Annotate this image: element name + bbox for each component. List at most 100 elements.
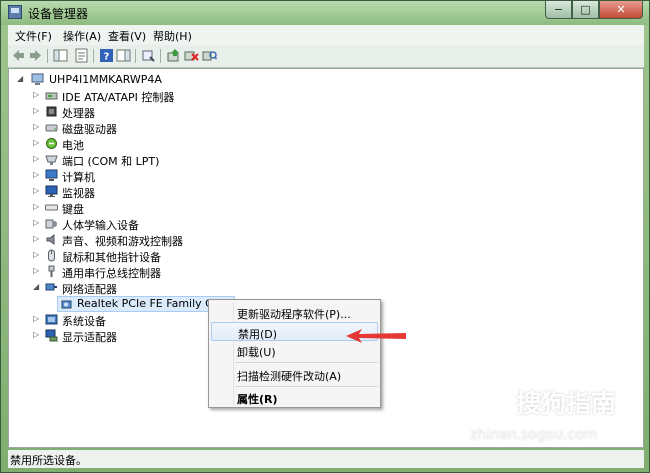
uninstall-icon[interactable]: [184, 48, 199, 63]
menu-file[interactable]: 文件(F): [15, 28, 52, 44]
menu-separator: [235, 386, 378, 387]
toolbar-separator: [93, 49, 94, 63]
ide-controller-icon: [45, 92, 58, 100]
processor-icon: [46, 106, 57, 117]
tree-item-mouse[interactable]: ▷ 鼠标和其他指针设备: [33, 248, 253, 264]
back-icon[interactable]: [11, 48, 26, 63]
tree-item-keyboard[interactable]: ▷ 键盘: [33, 200, 233, 217]
svg-text:?: ?: [104, 52, 110, 63]
tree-item-hid[interactable]: ▷ 人体学输入设备: [33, 216, 233, 233]
menu-item-label: 扫描检测硬件改动(A): [237, 370, 342, 383]
forward-icon[interactable]: [28, 48, 43, 63]
tree-item-label: 处理器: [62, 107, 95, 120]
caption-buttons: − □ ✕: [545, 1, 643, 20]
display-adapter-icon: [45, 329, 58, 342]
expand-icon[interactable]: ▷: [33, 91, 41, 99]
expand-icon[interactable]: ▷: [33, 331, 41, 339]
collapse-icon[interactable]: ◢: [33, 283, 41, 291]
status-bar: 禁用所选设备。: [8, 450, 644, 468]
tree-item-disk[interactable]: ▷ 磁盘驱动器: [33, 120, 233, 137]
tree-root[interactable]: ◢ UHP4I1MMKARWP4A: [17, 72, 217, 88]
expand-icon[interactable]: ▷: [33, 235, 41, 243]
tree-item-monitor[interactable]: ▷ 监视器: [33, 184, 233, 200]
console-tree-icon[interactable]: [53, 48, 68, 63]
minimize-button[interactable]: −: [545, 1, 572, 19]
tree-item-usb[interactable]: ▷ 通用串行总线控制器: [33, 264, 253, 280]
speaker-icon: [46, 234, 55, 245]
expand-icon[interactable]: ▷: [33, 267, 41, 275]
menu-item-properties[interactable]: 属性(R): [211, 388, 378, 407]
window-title: 设备管理器: [28, 7, 89, 21]
maximize-button[interactable]: □: [572, 1, 599, 19]
tree-item-label: 磁盘驱动器: [62, 123, 117, 136]
computer-icon: [31, 73, 44, 85]
tree-root-label: UHP4I1MMKARWP4A: [49, 73, 162, 86]
expand-icon[interactable]: ▷: [33, 171, 41, 179]
toolbar: ?: [8, 45, 644, 68]
expand-icon[interactable]: ▷: [33, 107, 41, 115]
tree-item-processor[interactable]: ▷ 处理器: [33, 104, 233, 120]
menu-help[interactable]: 帮助(H): [153, 28, 192, 44]
menu-view[interactable]: 查看(V): [108, 28, 146, 44]
expand-icon[interactable]: ▷: [33, 251, 41, 259]
menu-action[interactable]: 操作(A): [63, 28, 101, 44]
tree-item-label: 端口 (COM 和 LPT): [62, 155, 160, 168]
tree-item-computer[interactable]: ▷ 计算机: [33, 168, 233, 184]
watermark-text: 搜狗指南: [516, 389, 617, 418]
device-view-icon[interactable]: [141, 48, 156, 63]
monitor-icon: [45, 185, 58, 197]
tree-item-label: 通用串行总线控制器: [62, 267, 161, 280]
close-button[interactable]: ✕: [599, 1, 643, 19]
toolbar-separator: [135, 49, 136, 63]
tree-item-system[interactable]: ▷ 系统设备: [33, 312, 233, 328]
expand-icon[interactable]: ▷: [33, 123, 41, 131]
hid-icon: [45, 219, 57, 229]
tree-item-ports[interactable]: ▷ 端口 (COM 和 LPT): [33, 152, 233, 169]
tree-item-label: IDE ATA/ATAPI 控制器: [62, 91, 175, 104]
device-manager-icon: [8, 5, 22, 19]
port-icon: [45, 155, 58, 165]
menu-item-label: 卸载(U): [237, 346, 276, 359]
action-pane-icon[interactable]: [116, 48, 131, 63]
system-device-icon: [45, 314, 58, 325]
properties-icon[interactable]: [74, 48, 89, 63]
battery-icon: [46, 138, 57, 149]
network-card-icon: [61, 300, 72, 309]
watermark-url: zhinan.sogou.com: [470, 427, 598, 443]
update-driver-icon[interactable]: [166, 48, 181, 63]
tree-item-network[interactable]: ◢ 网络适配器: [33, 280, 253, 297]
expand-icon[interactable]: ▷: [33, 219, 41, 227]
tree-item-label: 显示适配器: [62, 331, 117, 344]
collapse-icon[interactable]: ◢: [17, 75, 25, 83]
toolbar-separator: [47, 49, 48, 63]
tree-item-label: 声音、视频和游戏控制器: [62, 235, 183, 248]
menu-item-label: 属性(R): [237, 393, 278, 406]
menu-separator: [235, 362, 378, 363]
tree-item-battery[interactable]: ▷ 电池: [33, 136, 233, 152]
tree-item-label: 鼠标和其他指针设备: [62, 251, 161, 264]
toolbar-separator: [160, 49, 161, 63]
expand-icon[interactable]: ▷: [33, 139, 41, 147]
watermark-logo-icon: [481, 385, 511, 415]
tree-item-ide[interactable]: ▷ IDE ATA/ATAPI 控制器: [33, 88, 233, 105]
expand-icon[interactable]: ▷: [33, 155, 41, 163]
help-icon[interactable]: ?: [99, 48, 114, 63]
tree-item-label: 监视器: [62, 187, 95, 200]
disk-drive-icon: [45, 124, 58, 132]
tree-item-label: 人体学输入设备: [62, 219, 139, 232]
scan-hardware-icon[interactable]: [202, 48, 217, 63]
expand-icon[interactable]: ▷: [33, 203, 41, 211]
tree-item-sound[interactable]: ▷ 声音、视频和游戏控制器: [33, 232, 253, 248]
title-bar[interactable]: 设备管理器 − □ ✕: [1, 1, 649, 25]
menu-item-update-driver[interactable]: 更新驱动程序软件(P)...: [211, 303, 378, 322]
menu-bar: 文件(F) 操作(A) 查看(V) 帮助(H): [8, 25, 644, 45]
tree-item-label: 网络适配器: [62, 283, 117, 296]
tree-item-display[interactable]: ▷ 显示适配器: [33, 328, 233, 344]
expand-icon[interactable]: ▷: [33, 187, 41, 195]
computer-icon: [45, 169, 58, 181]
keyboard-icon: [45, 204, 58, 211]
menu-item-scan-hardware[interactable]: 扫描检测硬件改动(A): [211, 365, 378, 384]
red-arrow-icon: [346, 329, 406, 343]
network-adapter-icon: [45, 283, 57, 291]
expand-icon[interactable]: ▷: [33, 315, 41, 323]
